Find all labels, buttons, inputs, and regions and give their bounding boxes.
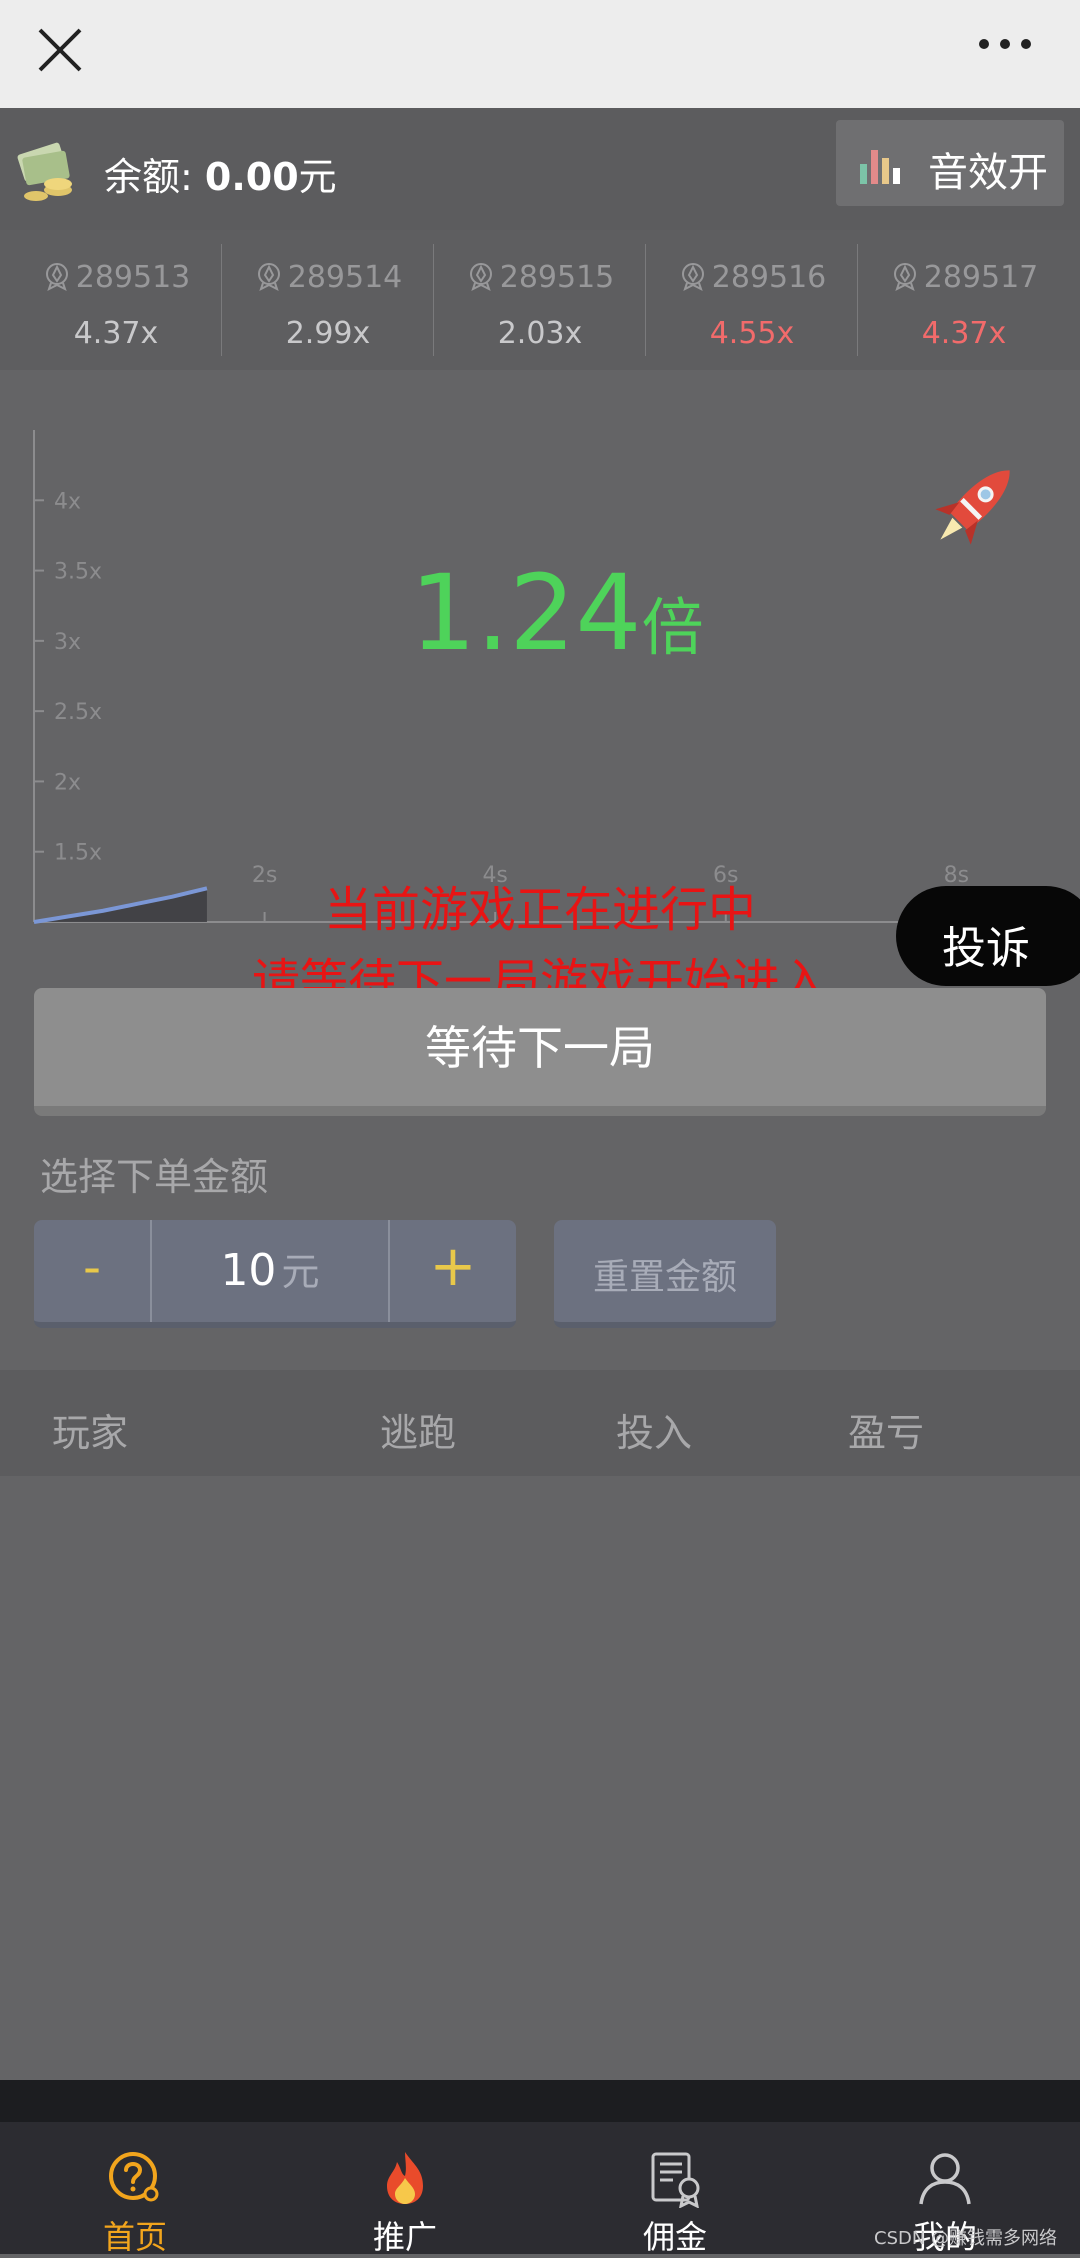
history-multiplier: 4.55x: [709, 316, 795, 351]
tab-promote[interactable]: 推广: [270, 2122, 540, 2256]
history-round-number: 289514: [287, 260, 403, 295]
history-divider: [433, 244, 434, 356]
user-icon: [915, 2148, 975, 2208]
history-item: 289514 2.99x: [222, 244, 434, 352]
plus-label: +: [429, 1234, 477, 1299]
close-icon[interactable]: [30, 20, 90, 80]
history-multiplier: 2.99x: [285, 316, 371, 351]
bet-amount-title: 选择下单金额: [40, 1155, 269, 1199]
sound-toggle-button[interactable]: 音效开: [836, 120, 1064, 206]
history-round-number: 289517: [923, 260, 1039, 295]
more-icon[interactable]: [970, 20, 1040, 80]
history-round: 289517: [858, 260, 1070, 295]
history-divider: [221, 244, 222, 356]
history-round: 289516: [646, 260, 858, 295]
history-divider: [857, 244, 858, 356]
wait-next-round-button[interactable]: 等待下一局: [34, 988, 1046, 1116]
history-multiplier: 2.03x: [497, 316, 583, 351]
column-header-player: 玩家: [52, 1411, 129, 1455]
history-item: 289515 2.03x: [434, 244, 646, 352]
y-tick-label: 2.5x: [54, 700, 102, 725]
balance-text: 余额: 0.00元: [104, 146, 337, 201]
reset-label: 重置金额: [592, 1257, 737, 1298]
round-history: 289513 4.37x 289514 2.99x 289515 2.03x 289516 4…: [0, 230, 1080, 370]
rocket-badge-icon: [681, 263, 704, 291]
multiplier-unit: 倍: [641, 591, 704, 664]
bet-amount-input[interactable]: 10 元: [152, 1220, 388, 1322]
complain-button[interactable]: 投诉: [896, 886, 1080, 986]
column-header-escape: 逃跑: [380, 1411, 457, 1455]
history-round-number: 289516: [711, 260, 827, 295]
tab-promote-label: 推广: [372, 2218, 437, 2256]
rocket-badge-icon: [45, 263, 68, 291]
increase-button[interactable]: +: [390, 1220, 516, 1322]
players-table-header: 玩家 逃跑 投入 盈亏: [0, 1370, 1080, 1476]
history-multiplier: 4.37x: [921, 316, 1007, 351]
rocket-badge-icon: [893, 263, 916, 291]
bar-chart-icon: [858, 142, 902, 186]
bet-amount-unit: 元: [281, 1250, 320, 1294]
multiplier-value: 1.24: [410, 552, 642, 674]
fire-icon: [375, 2148, 435, 2208]
tab-commission[interactable]: 佣金: [540, 2122, 810, 2256]
top-bar: [0, 0, 1080, 108]
certificate-icon: [645, 2148, 705, 2209]
history-round-number: 289515: [499, 260, 615, 295]
current-multiplier: 1.24倍: [410, 552, 704, 674]
balance-bar: 余额: 0.00元 音效开: [0, 108, 1080, 230]
history-divider: [645, 244, 646, 356]
history-round: 289513: [10, 260, 222, 295]
history-item: 289513 4.37x: [10, 244, 222, 352]
column-header-profit: 盈亏: [848, 1411, 925, 1455]
rocket-badge-icon: [469, 263, 492, 291]
tab-home[interactable]: 首页: [0, 2122, 270, 2256]
y-tick-label: 2x: [54, 770, 81, 795]
tab-home-label: 首页: [102, 2218, 167, 2256]
decrease-button[interactable]: -: [34, 1220, 150, 1322]
watermark: CSDN @赚钱需多网络: [874, 2228, 1058, 2249]
balance-value: 0.00: [204, 155, 299, 199]
complain-label: 投诉: [942, 923, 1030, 974]
bottom-strip: [0, 2080, 1080, 2122]
reset-amount-button[interactable]: 重置金额: [554, 1220, 776, 1328]
column-header-bet: 投入: [616, 1411, 693, 1455]
home-help-icon: [105, 2148, 165, 2208]
players-list: [0, 1476, 1080, 2080]
history-item: 289516 4.55x: [646, 244, 858, 352]
bet-amount-value: 10: [220, 1245, 277, 1296]
y-tick-label: 1.5x: [54, 841, 102, 866]
history-item: 289517 4.37x: [858, 244, 1070, 352]
balance-unit: 元: [298, 155, 337, 199]
history-round-number: 289513: [75, 260, 191, 295]
y-tick-label: 3x: [54, 630, 81, 655]
sound-label: 音效开: [928, 150, 1048, 196]
tab-commission-label: 佣金: [642, 2218, 707, 2256]
history-multiplier: 4.37x: [73, 316, 159, 351]
wait-label: 等待下一局: [425, 1021, 655, 1075]
money-icon: [14, 134, 84, 206]
history-round: 289515: [434, 260, 646, 295]
y-tick-label: 4x: [54, 489, 81, 514]
history-round: 289514: [222, 260, 434, 295]
balance-label: 余额:: [104, 155, 205, 199]
bet-amount-stepper: - 10 元 +: [34, 1220, 516, 1328]
rocket-badge-icon: [257, 263, 280, 291]
minus-label: -: [82, 1238, 102, 1296]
rocket-icon: [920, 450, 1030, 560]
y-tick-label: 3.5x: [54, 560, 102, 585]
